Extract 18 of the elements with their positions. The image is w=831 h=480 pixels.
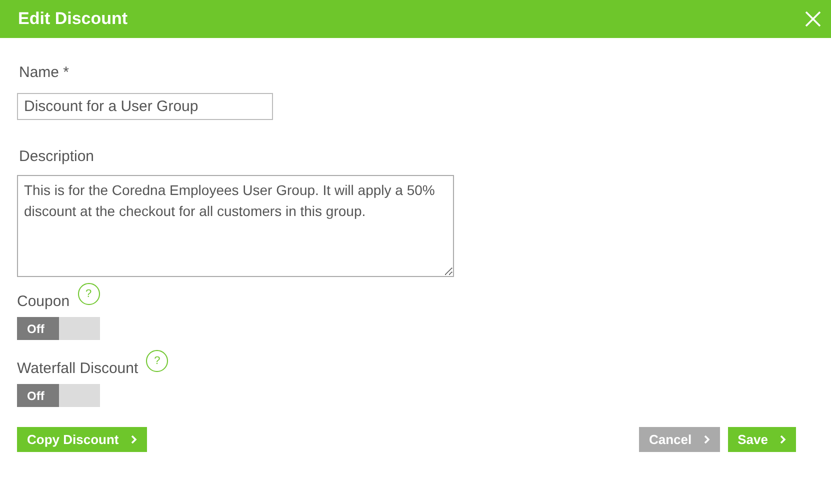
field-label: Description bbox=[19, 146, 96, 166]
help-icon[interactable]: ? bbox=[78, 283, 100, 305]
field-label: Name * bbox=[19, 63, 70, 83]
close-icon[interactable] bbox=[805, 11, 821, 27]
help-icon[interactable]: ? bbox=[146, 350, 168, 372]
toggle-switch[interactable]: Off bbox=[17, 384, 100, 407]
chevron-right-icon bbox=[704, 435, 710, 444]
description-field[interactable]: This is for the Coredna Employees User Group. It will apply a 50% discount at the checkout for all customers in this group. bbox=[17, 175, 454, 277]
toggle-label: Coupon bbox=[17, 292, 70, 312]
toggle-switch[interactable]: Off bbox=[17, 317, 100, 340]
window-title: Edit Discount bbox=[18, 8, 128, 30]
cancel-button[interactable]: Cancel bbox=[638, 427, 720, 452]
toggle-label: Waterfall Discount bbox=[17, 358, 138, 378]
name-field[interactable]: Discount for a User Group bbox=[17, 92, 273, 120]
chevron-right-icon bbox=[780, 435, 786, 444]
save-button[interactable]: Save bbox=[728, 427, 796, 452]
chevron-right-icon bbox=[130, 435, 137, 444]
copy-discount-button[interactable]: Copy Discount bbox=[17, 427, 147, 452]
